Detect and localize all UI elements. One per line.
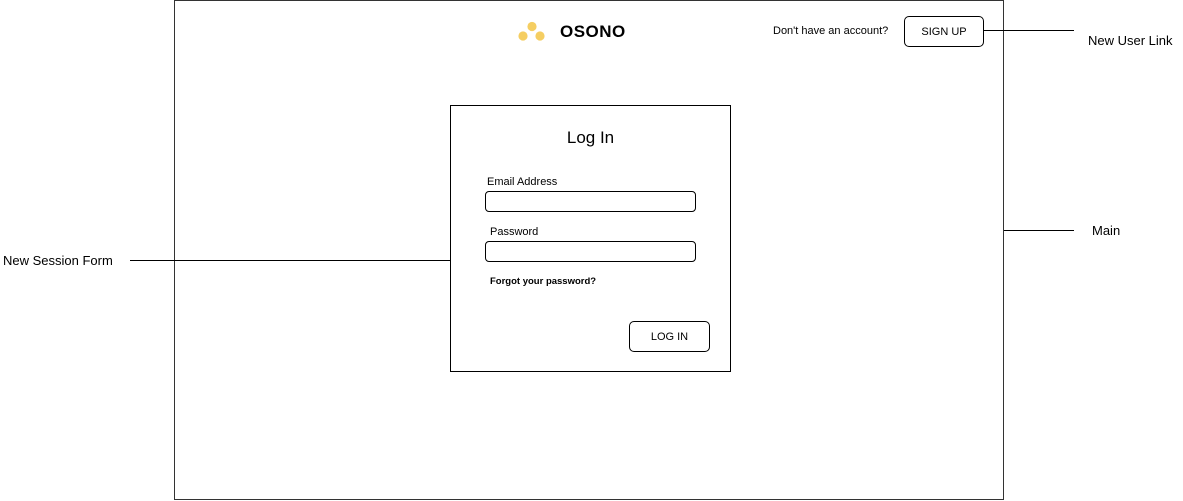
main-leader [1004,230,1074,231]
new-session-form: Log In Email Address Password Forgot you… [450,105,731,372]
email-label: Email Address [487,176,558,188]
password-field[interactable] [485,241,696,262]
sign-up-button[interactable]: SIGN UP [904,16,984,47]
main-annotation: Main [1092,223,1121,238]
email-field[interactable] [485,191,696,212]
form-title: Log In [566,128,615,147]
forgot-password-link[interactable]: Forgot your password? [490,276,596,287]
new-session-form-leader [130,260,450,261]
brand-logo[interactable]: OSONO [518,20,626,44]
new-user-link-annotation: New User Link [1088,33,1173,48]
main-frame: OSONO Don't have an account? SIGN UP Log… [174,0,1004,500]
three-dots-icon [518,21,545,41]
new-session-form-annotation: New Session Form [3,253,113,268]
brand-name: OSONO [560,22,626,41]
signup-prompt: Don't have an account? [773,25,889,37]
new-user-link-leader [984,30,1074,31]
log-in-button[interactable]: LOG IN [629,321,710,352]
password-label: Password [490,226,539,238]
